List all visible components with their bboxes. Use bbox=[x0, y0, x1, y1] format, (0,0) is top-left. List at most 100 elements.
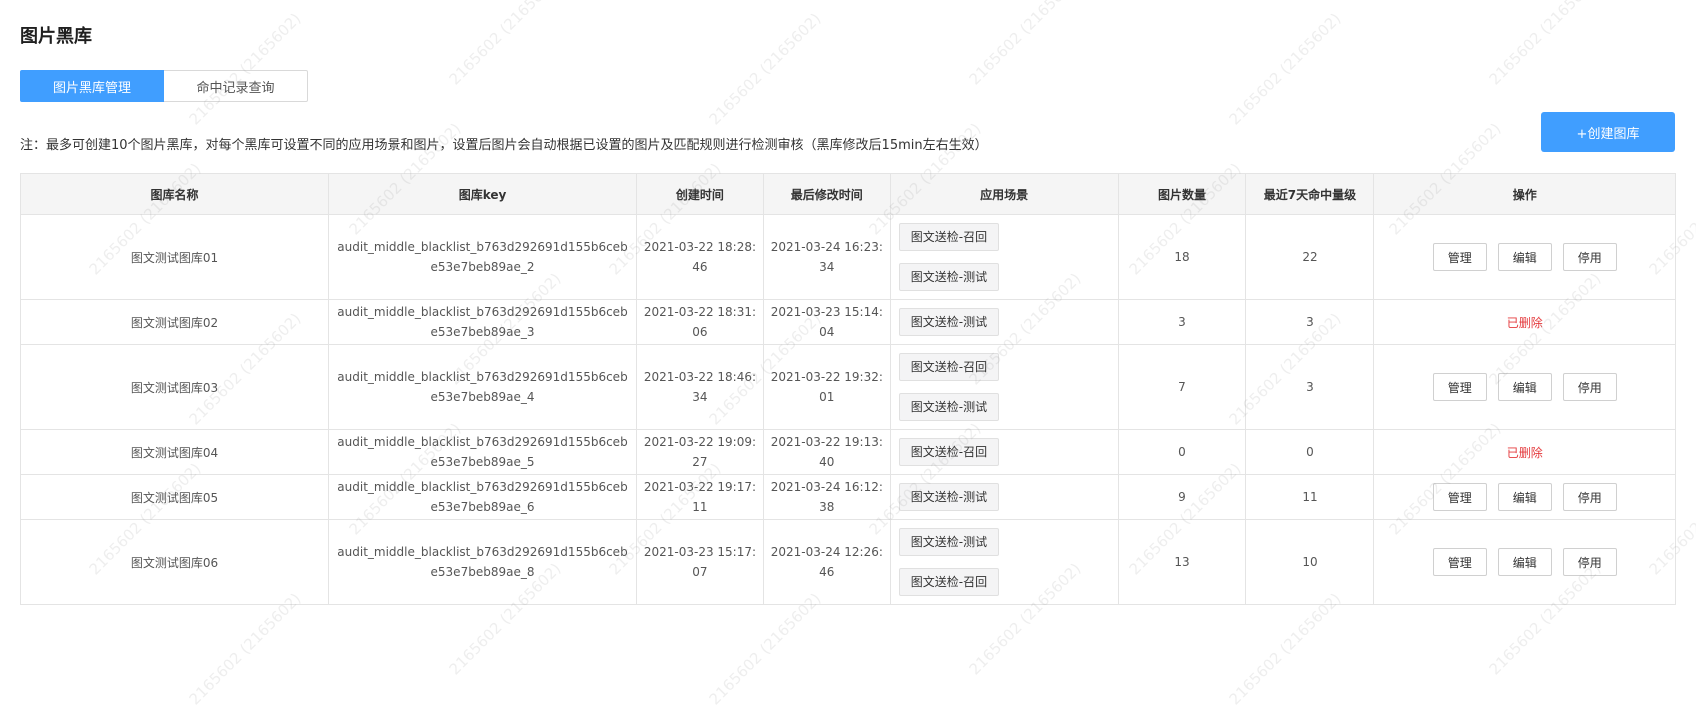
column-header-hits: 最近7天命中量级 bbox=[1245, 173, 1375, 215]
cell-name: 图文测试图库05 bbox=[20, 474, 329, 520]
cell-actions: 已删除 bbox=[1373, 299, 1676, 345]
deleted-status: 已删除 bbox=[1506, 445, 1543, 460]
scene-tags: 图文送检-测试 bbox=[897, 475, 1112, 519]
library-table: 图库名称 图库key 创建时间 最后修改时间 应用场景 图片数量 最近7天命中量… bbox=[20, 173, 1676, 605]
cell-hits: 22 bbox=[1245, 214, 1375, 300]
edit-button[interactable]: 编辑 bbox=[1497, 483, 1552, 511]
row-actions: 管理 编辑 停用 bbox=[1380, 243, 1669, 271]
table-row: 图文测试图库04 audit_middle_blacklist_b763d2926… bbox=[20, 429, 1676, 475]
cell-name: 图文测试图库03 bbox=[20, 344, 329, 430]
cell-hits-text: 10 bbox=[1302, 555, 1318, 569]
watermark-text: 2165602 (2165602) bbox=[1225, 589, 1345, 708]
tab-blacklist-management[interactable]: 图片黑库管理 bbox=[20, 70, 164, 102]
cell-modified-text: 2021-03-22 19:32:01 bbox=[770, 370, 883, 404]
cell-count: 7 bbox=[1117, 344, 1247, 430]
disable-button[interactable]: 停用 bbox=[1562, 548, 1617, 576]
scene-tag: 图文送检-召回 bbox=[898, 353, 1000, 381]
cell-count-text: 9 bbox=[1178, 490, 1186, 504]
cell-name: 图文测试图库02 bbox=[20, 299, 329, 345]
manage-button[interactable]: 管理 bbox=[1432, 548, 1487, 576]
cell-count: 18 bbox=[1117, 214, 1247, 300]
scene-tags: 图文送检-召回 图文送检-测试 bbox=[897, 345, 1112, 429]
cell-key-text: audit_middle_blacklist_b763d292691d155b6… bbox=[337, 240, 628, 274]
cell-modified: 2021-03-23 15:14:04 bbox=[762, 299, 891, 345]
cell-name: 图文测试图库06 bbox=[20, 519, 329, 605]
row-actions: 管理 编辑 停用 bbox=[1380, 483, 1669, 511]
cell-actions: 管理 编辑 停用 bbox=[1373, 214, 1676, 300]
cell-actions: 已删除 bbox=[1373, 429, 1676, 475]
manage-button[interactable]: 管理 bbox=[1432, 373, 1487, 401]
edit-button[interactable]: 编辑 bbox=[1497, 548, 1552, 576]
cell-key-text: audit_middle_blacklist_b763d292691d155b6… bbox=[337, 370, 628, 404]
cell-name-text: 图文测试图库04 bbox=[130, 445, 219, 460]
cell-modified-text: 2021-03-24 16:23:34 bbox=[770, 240, 883, 274]
cell-created-text: 2021-03-22 18:46:34 bbox=[643, 370, 757, 404]
edit-button[interactable]: 编辑 bbox=[1497, 243, 1552, 271]
tab-hit-records-query[interactable]: 命中记录查询 bbox=[164, 70, 308, 102]
cell-scenes: 图文送检-召回 图文送检-测试 bbox=[889, 344, 1119, 430]
cell-count: 0 bbox=[1117, 429, 1247, 475]
cell-count: 3 bbox=[1117, 299, 1247, 345]
cell-hits: 10 bbox=[1245, 519, 1375, 605]
manage-button[interactable]: 管理 bbox=[1432, 483, 1487, 511]
cell-key: audit_middle_blacklist_b763d292691d155b6… bbox=[328, 299, 637, 345]
cell-scenes: 图文送检-召回 图文送检-测试 bbox=[889, 214, 1119, 300]
cell-hits-text: 3 bbox=[1306, 380, 1314, 394]
cell-name-text: 图文测试图库01 bbox=[130, 250, 219, 265]
cell-key-text: audit_middle_blacklist_b763d292691d155b6… bbox=[337, 305, 628, 339]
cell-scenes: 图文送检-测试 bbox=[889, 299, 1119, 345]
watermark-text: 2165602 (2165602) bbox=[185, 589, 305, 708]
cell-count: 9 bbox=[1117, 474, 1247, 520]
cell-created-text: 2021-03-22 18:28:46 bbox=[643, 240, 757, 274]
cell-modified: 2021-03-24 16:12:38 bbox=[762, 474, 891, 520]
page-title: 图片黑库 bbox=[20, 26, 92, 47]
table-row: 图文测试图库05 audit_middle_blacklist_b763d2926… bbox=[20, 474, 1676, 520]
cell-count: 13 bbox=[1117, 519, 1247, 605]
edit-button[interactable]: 编辑 bbox=[1497, 373, 1552, 401]
cell-key: audit_middle_blacklist_b763d292691d155b6… bbox=[328, 344, 637, 430]
row-actions: 管理 编辑 停用 bbox=[1380, 373, 1669, 401]
cell-hits: 11 bbox=[1245, 474, 1375, 520]
disable-button[interactable]: 停用 bbox=[1562, 483, 1617, 511]
cell-actions: 管理 编辑 停用 bbox=[1373, 474, 1676, 520]
column-header-actions: 操作 bbox=[1373, 173, 1676, 215]
cell-key-text: audit_middle_blacklist_b763d292691d155b6… bbox=[337, 435, 628, 469]
watermark-text: 2165602 (2165602) bbox=[445, 0, 565, 89]
cell-count-text: 18 bbox=[1174, 250, 1190, 264]
row-actions: 管理 编辑 停用 bbox=[1380, 548, 1669, 576]
cell-hits-text: 11 bbox=[1302, 490, 1318, 504]
scene-tag: 图文送检-测试 bbox=[898, 483, 1000, 511]
disable-button[interactable]: 停用 bbox=[1562, 243, 1617, 271]
cell-name: 图文测试图库01 bbox=[20, 214, 329, 300]
scene-tag: 图文送检-测试 bbox=[898, 308, 1000, 336]
watermark-text: 2165602 (2165602) bbox=[705, 9, 825, 129]
cell-count-text: 7 bbox=[1178, 380, 1186, 394]
scene-tag: 图文送检-测试 bbox=[898, 528, 1000, 556]
table-row: 图文测试图库03 audit_middle_blacklist_b763d2926… bbox=[20, 344, 1676, 430]
scene-tags: 图文送检-测试 bbox=[897, 300, 1112, 344]
column-header-key: 图库key bbox=[328, 173, 637, 215]
scene-tags: 图文送检-测试 图文送检-召回 bbox=[897, 520, 1112, 604]
deleted-status: 已删除 bbox=[1506, 315, 1543, 330]
watermark-text: 2165602 (2165602) bbox=[965, 0, 1085, 89]
disable-button[interactable]: 停用 bbox=[1562, 373, 1617, 401]
scene-tag: 图文送检-测试 bbox=[898, 263, 1000, 291]
cell-created: 2021-03-23 15:17:07 bbox=[636, 519, 764, 605]
cell-hits-text: 0 bbox=[1306, 445, 1314, 459]
cell-modified-text: 2021-03-24 16:12:38 bbox=[770, 480, 883, 514]
scene-tag: 图文送检-测试 bbox=[898, 393, 1000, 421]
create-library-button[interactable]: +创建图库 bbox=[1541, 112, 1675, 152]
scene-tag: 图文送检-召回 bbox=[898, 568, 1000, 596]
cell-actions: 管理 编辑 停用 bbox=[1373, 519, 1676, 605]
scene-tags: 图文送检-召回 图文送检-测试 bbox=[897, 215, 1112, 299]
scene-tag: 图文送检-召回 bbox=[898, 438, 1000, 466]
cell-modified-text: 2021-03-24 12:26:46 bbox=[770, 545, 883, 579]
cell-created-text: 2021-03-23 15:17:07 bbox=[643, 545, 757, 579]
manage-button[interactable]: 管理 bbox=[1432, 243, 1487, 271]
watermark-text: 2165602 (2165602) bbox=[185, 9, 305, 129]
cell-created-text: 2021-03-22 18:31:06 bbox=[643, 305, 757, 339]
cell-created: 2021-03-22 18:28:46 bbox=[636, 214, 764, 300]
cell-actions: 管理 编辑 停用 bbox=[1373, 344, 1676, 430]
cell-modified: 2021-03-22 19:13:40 bbox=[762, 429, 891, 475]
column-header-name: 图库名称 bbox=[20, 173, 329, 215]
